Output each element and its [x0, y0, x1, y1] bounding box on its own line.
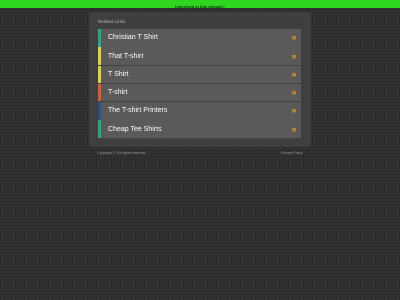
link-label: Christian T Shirt — [108, 34, 158, 42]
related-links-panel: Related Links Christian T Shirt » That T… — [89, 12, 311, 147]
link-label: Cheap Tee Shirts — [108, 125, 162, 133]
banner-text[interactable]: Interested in this domain? — [175, 4, 225, 9]
link-label: That T-shirt — [108, 52, 144, 60]
related-link-t-shirt-printers[interactable]: The T-shirt Printers » — [98, 102, 301, 120]
double-chevron-right-icon: » — [291, 50, 297, 61]
double-chevron-right-icon: » — [291, 123, 297, 134]
copyright-text: Copyright ©. All rights reserved. — [97, 151, 147, 155]
related-link-t-shirt-hyphen[interactable]: T-shirt » — [98, 83, 301, 102]
double-chevron-right-icon: » — [291, 68, 297, 79]
privacy-policy-link[interactable]: Privacy Policy — [281, 151, 303, 155]
link-label: T Shirt — [108, 70, 129, 78]
link-label: T-shirt — [108, 89, 128, 97]
related-link-t-shirt[interactable]: T Shirt » — [98, 65, 301, 84]
link-label: The T-shirt Printers — [108, 107, 168, 115]
related-link-cheap-tee-shirts[interactable]: Cheap Tee Shirts » — [98, 120, 301, 138]
related-link-that-t-shirt[interactable]: That T-shirt » — [98, 47, 301, 65]
double-chevron-right-icon: » — [291, 87, 297, 98]
panel-heading: Related Links — [98, 19, 126, 24]
double-chevron-right-icon: » — [291, 32, 297, 43]
top-banner[interactable]: Interested in this domain? — [0, 0, 400, 9]
double-chevron-right-icon: » — [291, 105, 297, 116]
related-links-list: Christian T Shirt » That T-shirt » T Shi… — [98, 29, 301, 139]
related-link-christian-t-shirt[interactable]: Christian T Shirt » — [98, 29, 301, 47]
